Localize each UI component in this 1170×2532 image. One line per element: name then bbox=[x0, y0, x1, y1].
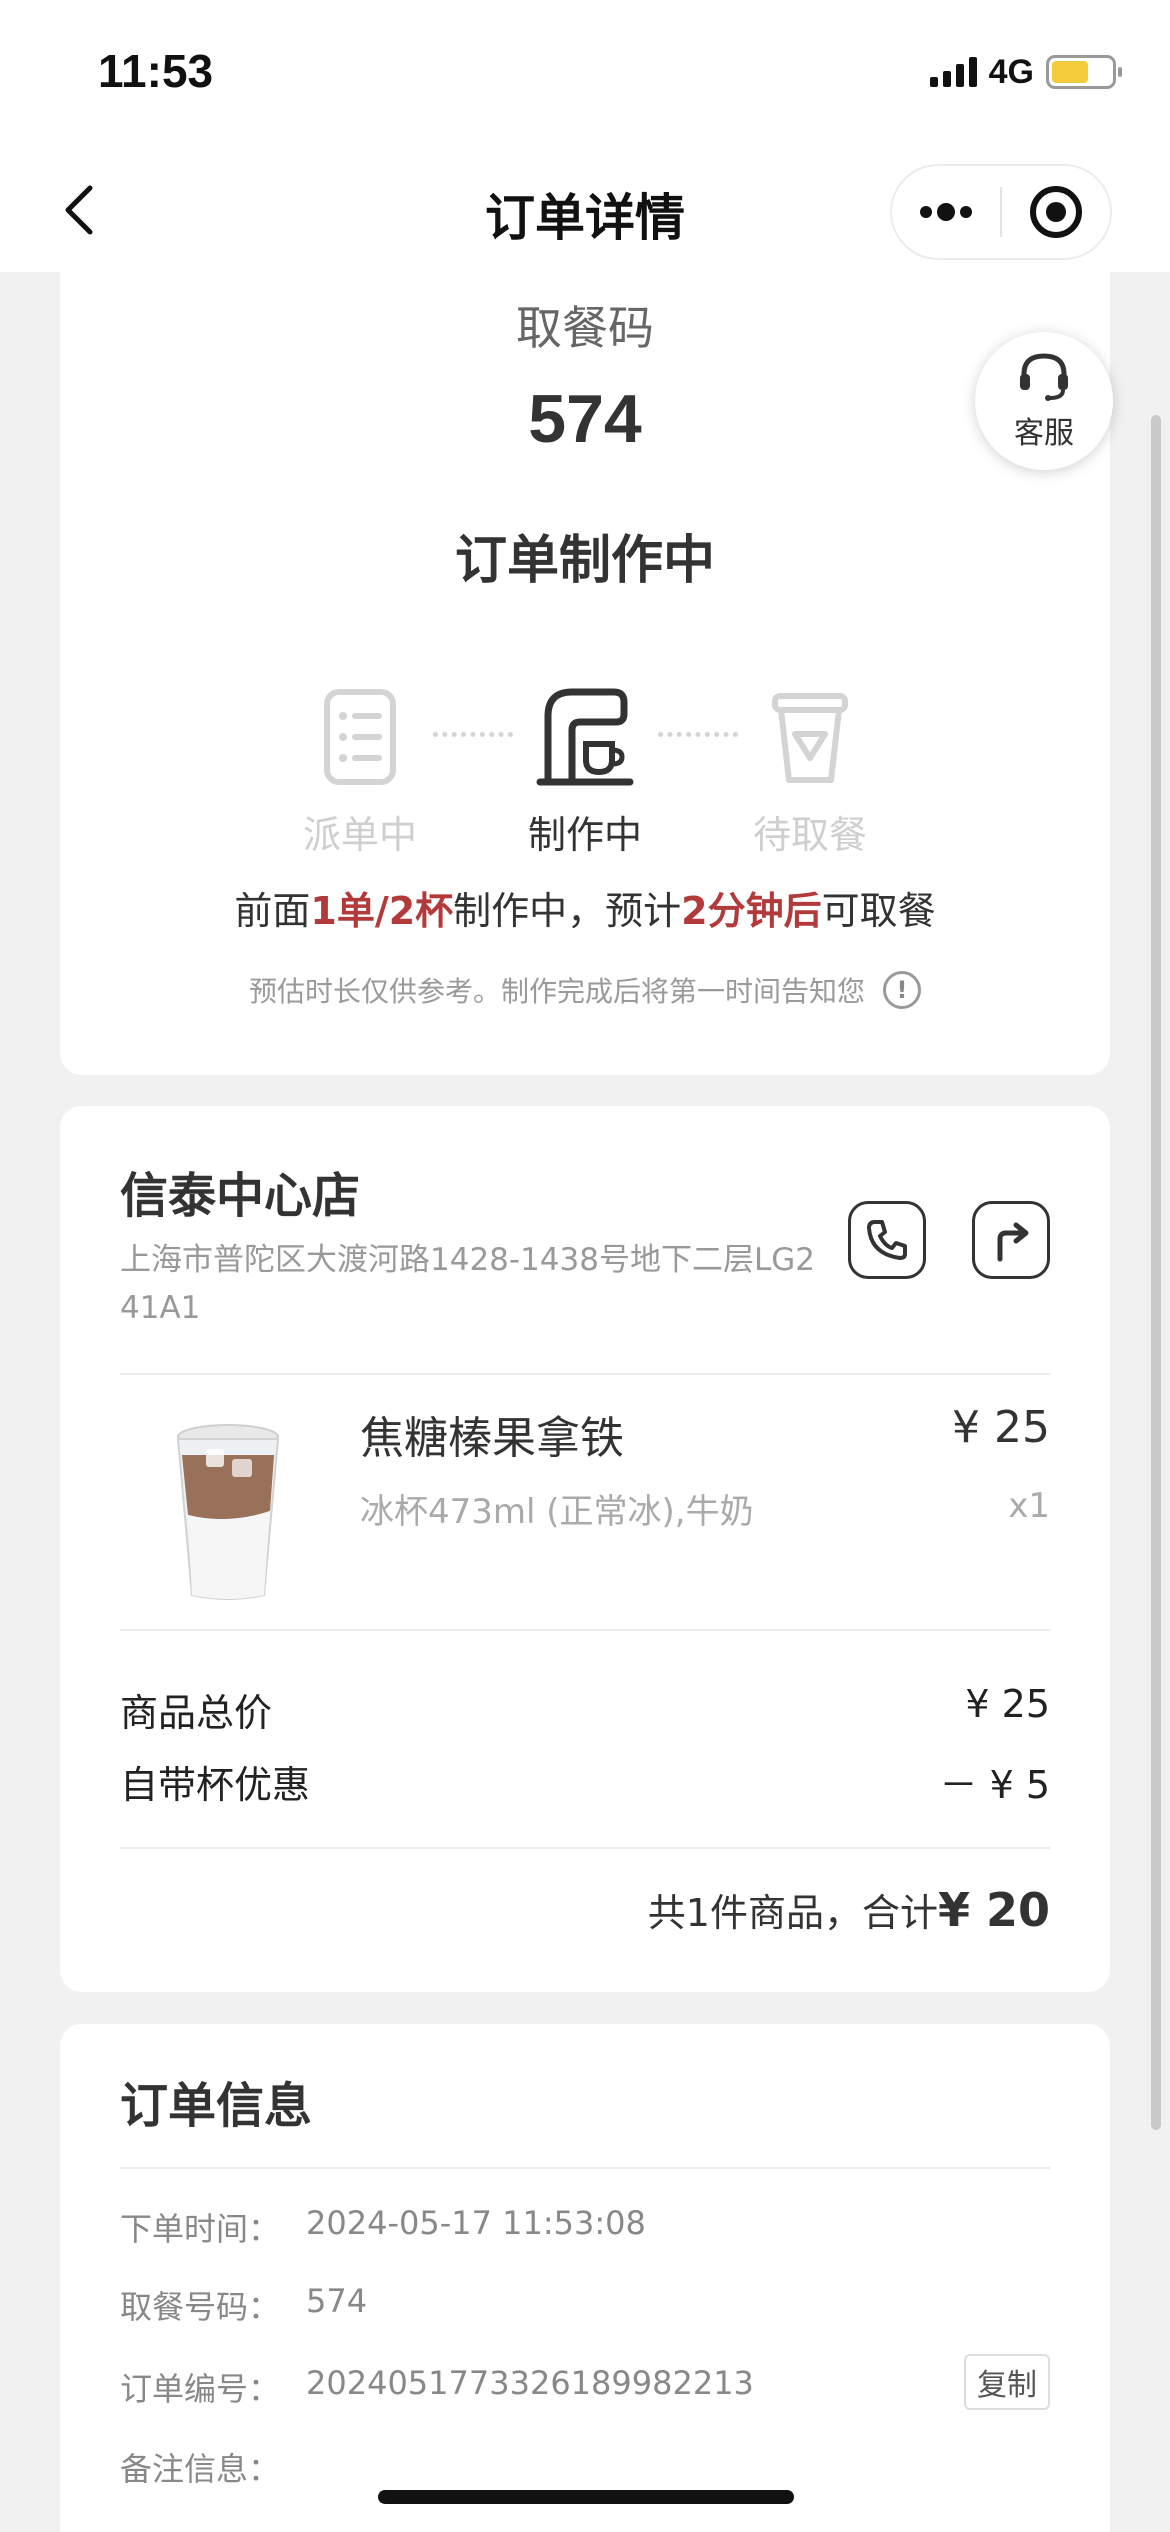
estimate-note: 预估时长仅供参考。制作完成后将第一时间告知您 ! bbox=[60, 970, 1110, 1010]
queue-orders: 1单/2杯 bbox=[310, 889, 454, 933]
total-amount: ¥ 20 bbox=[937, 1883, 1050, 1937]
store-name: 信泰中心店 bbox=[120, 1168, 361, 1224]
step-dispatch-label: 派单中 bbox=[302, 813, 417, 857]
mini-program-capsule bbox=[890, 164, 1112, 260]
queue-prefix: 前面 bbox=[234, 889, 311, 933]
pickup-cup-icon bbox=[772, 693, 848, 783]
copy-order-no-button[interactable]: 复制 bbox=[964, 2354, 1050, 2410]
order-info-card: 订单信息 下单时间： 2024-05-17 11:53:08 取餐号码： 574… bbox=[60, 2024, 1110, 2532]
total-prefix: 共1件商品，合计 bbox=[647, 1891, 938, 1935]
store-card: 信泰中心店 上海市普陀区大渡河路1428-1438号地下二层LG241A1 焦糖… bbox=[60, 1106, 1110, 1992]
remark-label: 备注信息： bbox=[120, 2450, 281, 2488]
more-button[interactable] bbox=[892, 166, 1000, 258]
info-icon[interactable]: ! bbox=[883, 971, 921, 1009]
nav-bar: 订单详情 bbox=[0, 150, 1170, 272]
queue-eta: 2分钟后 bbox=[681, 889, 822, 933]
product-name: 焦糖榛果拿铁 bbox=[360, 1413, 624, 1464]
order-total: 共1件商品，合计¥ 20 bbox=[648, 1882, 1050, 1937]
divider bbox=[120, 1847, 1050, 1849]
step-making-label: 制作中 bbox=[527, 813, 642, 857]
pickup-code: 574 bbox=[528, 381, 642, 457]
order-info-title: 订单信息 bbox=[120, 2078, 313, 2134]
scrollbar[interactable] bbox=[1151, 415, 1161, 2130]
order-time: 2024-05-17 11:53:08 bbox=[306, 2204, 646, 2242]
home-indicator bbox=[378, 2490, 794, 2504]
close-button[interactable] bbox=[1002, 166, 1110, 258]
queue-status: 前面1单/2杯制作中，预计2分钟后可取餐 bbox=[60, 880, 1110, 935]
pickup-card: 取餐码 574 订单制作中 派单中 制作中 待取餐 前面1单/2杯制作中，预计2… bbox=[60, 270, 1110, 1075]
divider bbox=[120, 1629, 1050, 1631]
battery-icon bbox=[1046, 55, 1122, 89]
product-price: ¥ 25 bbox=[952, 1402, 1050, 1453]
step-pickup: 待取餐 bbox=[710, 682, 910, 859]
store-address: 上海市普陀区大渡河路1428-1438号地下二层LG241A1 bbox=[120, 1242, 815, 1326]
pickup-no: 574 bbox=[306, 2282, 368, 2320]
subtotal-value: ¥ 25 bbox=[965, 1682, 1050, 1726]
pickup-code-label: 取餐码 bbox=[516, 301, 654, 355]
navigate-store-button[interactable] bbox=[972, 1201, 1050, 1279]
status-indicators: 4G bbox=[929, 52, 1122, 92]
queue-suffix: 可取餐 bbox=[821, 889, 936, 933]
network-label: 4G bbox=[988, 52, 1034, 91]
customer-service-button[interactable]: 客服 bbox=[975, 332, 1113, 470]
more-dots-icon bbox=[920, 203, 972, 221]
product-qty: x1 bbox=[1008, 1486, 1050, 1526]
order-no: 20240517733261899822​13 bbox=[306, 2364, 754, 2402]
headset-icon bbox=[1020, 353, 1068, 401]
divider bbox=[120, 1373, 1050, 1375]
divider bbox=[120, 2167, 1050, 2169]
signal-icon bbox=[929, 57, 977, 87]
discount-label: 自带杯优惠 bbox=[120, 1763, 311, 1807]
target-circle-icon bbox=[1030, 186, 1082, 238]
order-list-icon bbox=[324, 689, 396, 785]
order-status: 订单制作中 bbox=[454, 531, 715, 591]
estimate-note-text: 预估时长仅供参考。制作完成后将第一时间告知您 bbox=[248, 975, 865, 1008]
discount-value: － ¥ 5 bbox=[939, 1763, 1050, 1807]
product-spec: 冰杯473ml (正常冰),牛奶 bbox=[360, 1492, 754, 1532]
status-time: 11:53 bbox=[98, 45, 214, 97]
navigation-arrow-icon bbox=[997, 1222, 1029, 1262]
step-pickup-label: 待取餐 bbox=[752, 813, 867, 857]
coffee-machine-icon bbox=[536, 688, 634, 786]
customer-service-label: 客服 bbox=[1014, 416, 1074, 451]
subtotal-label: 商品总价 bbox=[120, 1691, 273, 1735]
iced-latte-cup bbox=[176, 1424, 280, 1600]
step-dispatch: 派单中 bbox=[260, 682, 460, 859]
call-store-button[interactable] bbox=[848, 1201, 926, 1279]
status-bar: 11:53 4G bbox=[0, 0, 1170, 150]
queue-middle: 制作中，预计 bbox=[453, 889, 682, 933]
order-time-label: 下单时间： bbox=[120, 2210, 281, 2248]
order-no-label: 订单编号： bbox=[120, 2370, 281, 2408]
phone-icon bbox=[867, 1220, 907, 1260]
pickup-no-label: 取餐号码： bbox=[120, 2288, 281, 2326]
step-making: 制作中 bbox=[485, 682, 685, 859]
